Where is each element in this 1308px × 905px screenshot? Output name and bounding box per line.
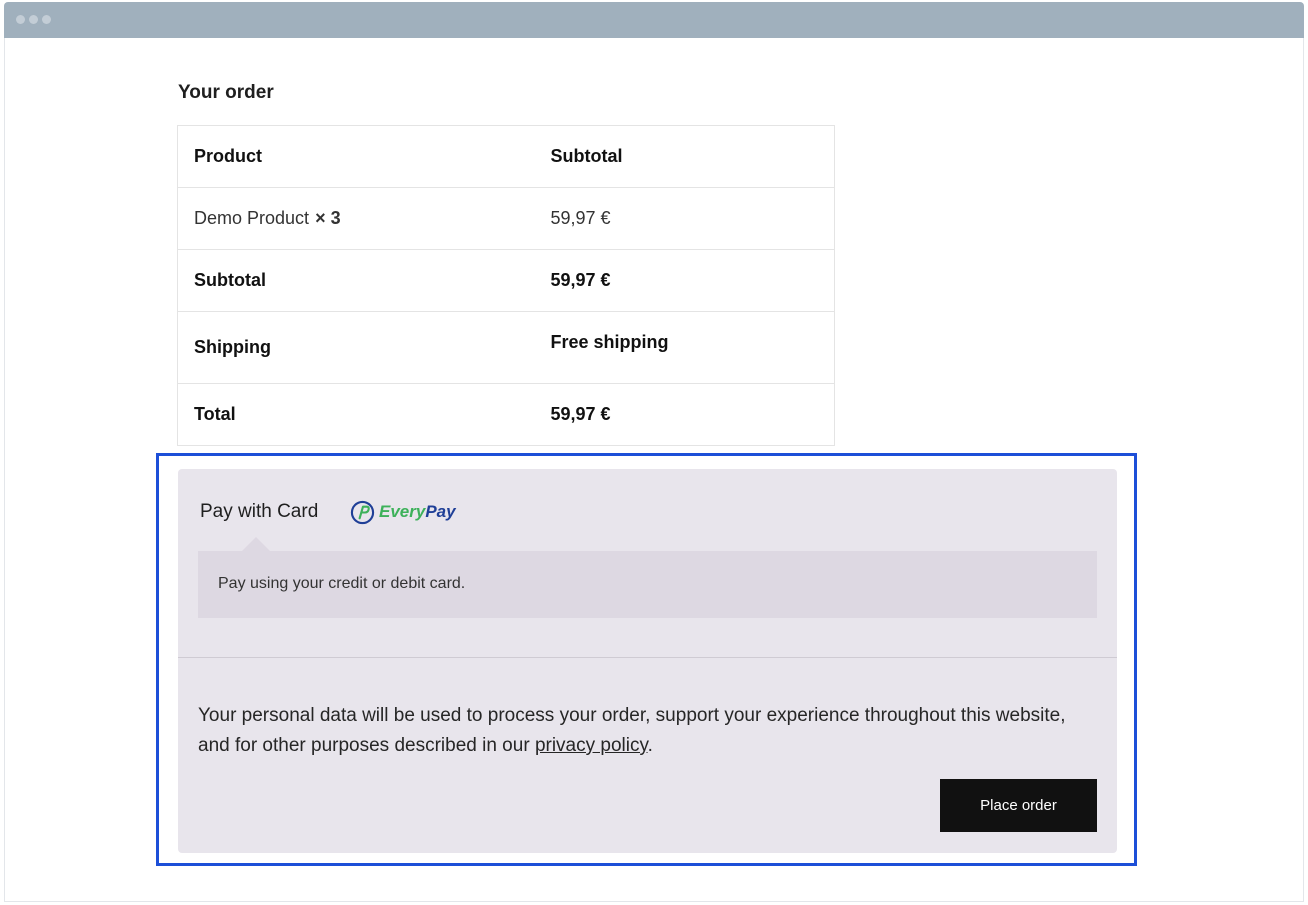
place-order-button[interactable]: Place order bbox=[940, 779, 1097, 832]
shipping-row: Shipping Free shipping bbox=[177, 311, 835, 384]
payment-section: Pay with Card EveryPay Pay using your cr… bbox=[178, 469, 1117, 853]
browser-chrome bbox=[4, 2, 1304, 38]
cart-item-name: Demo Product × 3 bbox=[177, 187, 535, 250]
subtotal-row: Subtotal 59,97 € bbox=[177, 249, 835, 312]
order-heading: Your order bbox=[178, 82, 274, 103]
total-row: Total 59,97 € bbox=[178, 384, 835, 446]
privacy-policy-link[interactable]: privacy policy bbox=[535, 735, 648, 756]
order-review-table: Product Subtotal Demo Product × 3 59,97 €… bbox=[177, 125, 835, 446]
everypay-wordmark-pay: Pay bbox=[425, 502, 456, 521]
shipping-label: Shipping bbox=[177, 311, 535, 384]
subtotal-column-header: Subtotal bbox=[534, 125, 835, 188]
payment-method-label[interactable]: Pay with Card bbox=[200, 501, 318, 523]
privacy-notice: Your personal data will be used to proce… bbox=[198, 701, 1098, 761]
window-controls bbox=[16, 15, 51, 24]
product-quantity: × 3 bbox=[315, 208, 341, 228]
shipping-value: Free shipping bbox=[534, 311, 835, 384]
product-column-header: Product bbox=[177, 125, 535, 188]
everypay-wordmark-every: Every bbox=[379, 502, 426, 521]
section-divider bbox=[178, 657, 1117, 658]
payment-description: Pay using your credit or debit card. bbox=[218, 575, 466, 592]
window-dot-icon[interactable] bbox=[42, 15, 51, 24]
table-row: Demo Product × 3 59,97 € bbox=[177, 187, 835, 250]
everypay-icon bbox=[350, 500, 375, 524]
total-value: 59,97 € bbox=[550, 404, 611, 424]
description-pointer-icon bbox=[242, 537, 270, 551]
cart-item-subtotal: 59,97 € bbox=[534, 187, 835, 250]
everypay-logo: EveryPay bbox=[350, 498, 456, 526]
privacy-notice-end: . bbox=[647, 735, 653, 756]
window-dot-icon[interactable] bbox=[16, 15, 25, 24]
total-label: Total bbox=[194, 404, 236, 424]
subtotal-value: 59,97 € bbox=[534, 249, 835, 312]
subtotal-label: Subtotal bbox=[177, 249, 535, 312]
table-header-row: Product Subtotal bbox=[177, 125, 835, 188]
product-name: Demo Product bbox=[194, 208, 310, 228]
window-dot-icon[interactable] bbox=[29, 15, 38, 24]
payment-description-box: Pay using your credit or debit card. bbox=[198, 537, 1097, 618]
everypay-wordmark: EveryPay bbox=[379, 502, 456, 522]
